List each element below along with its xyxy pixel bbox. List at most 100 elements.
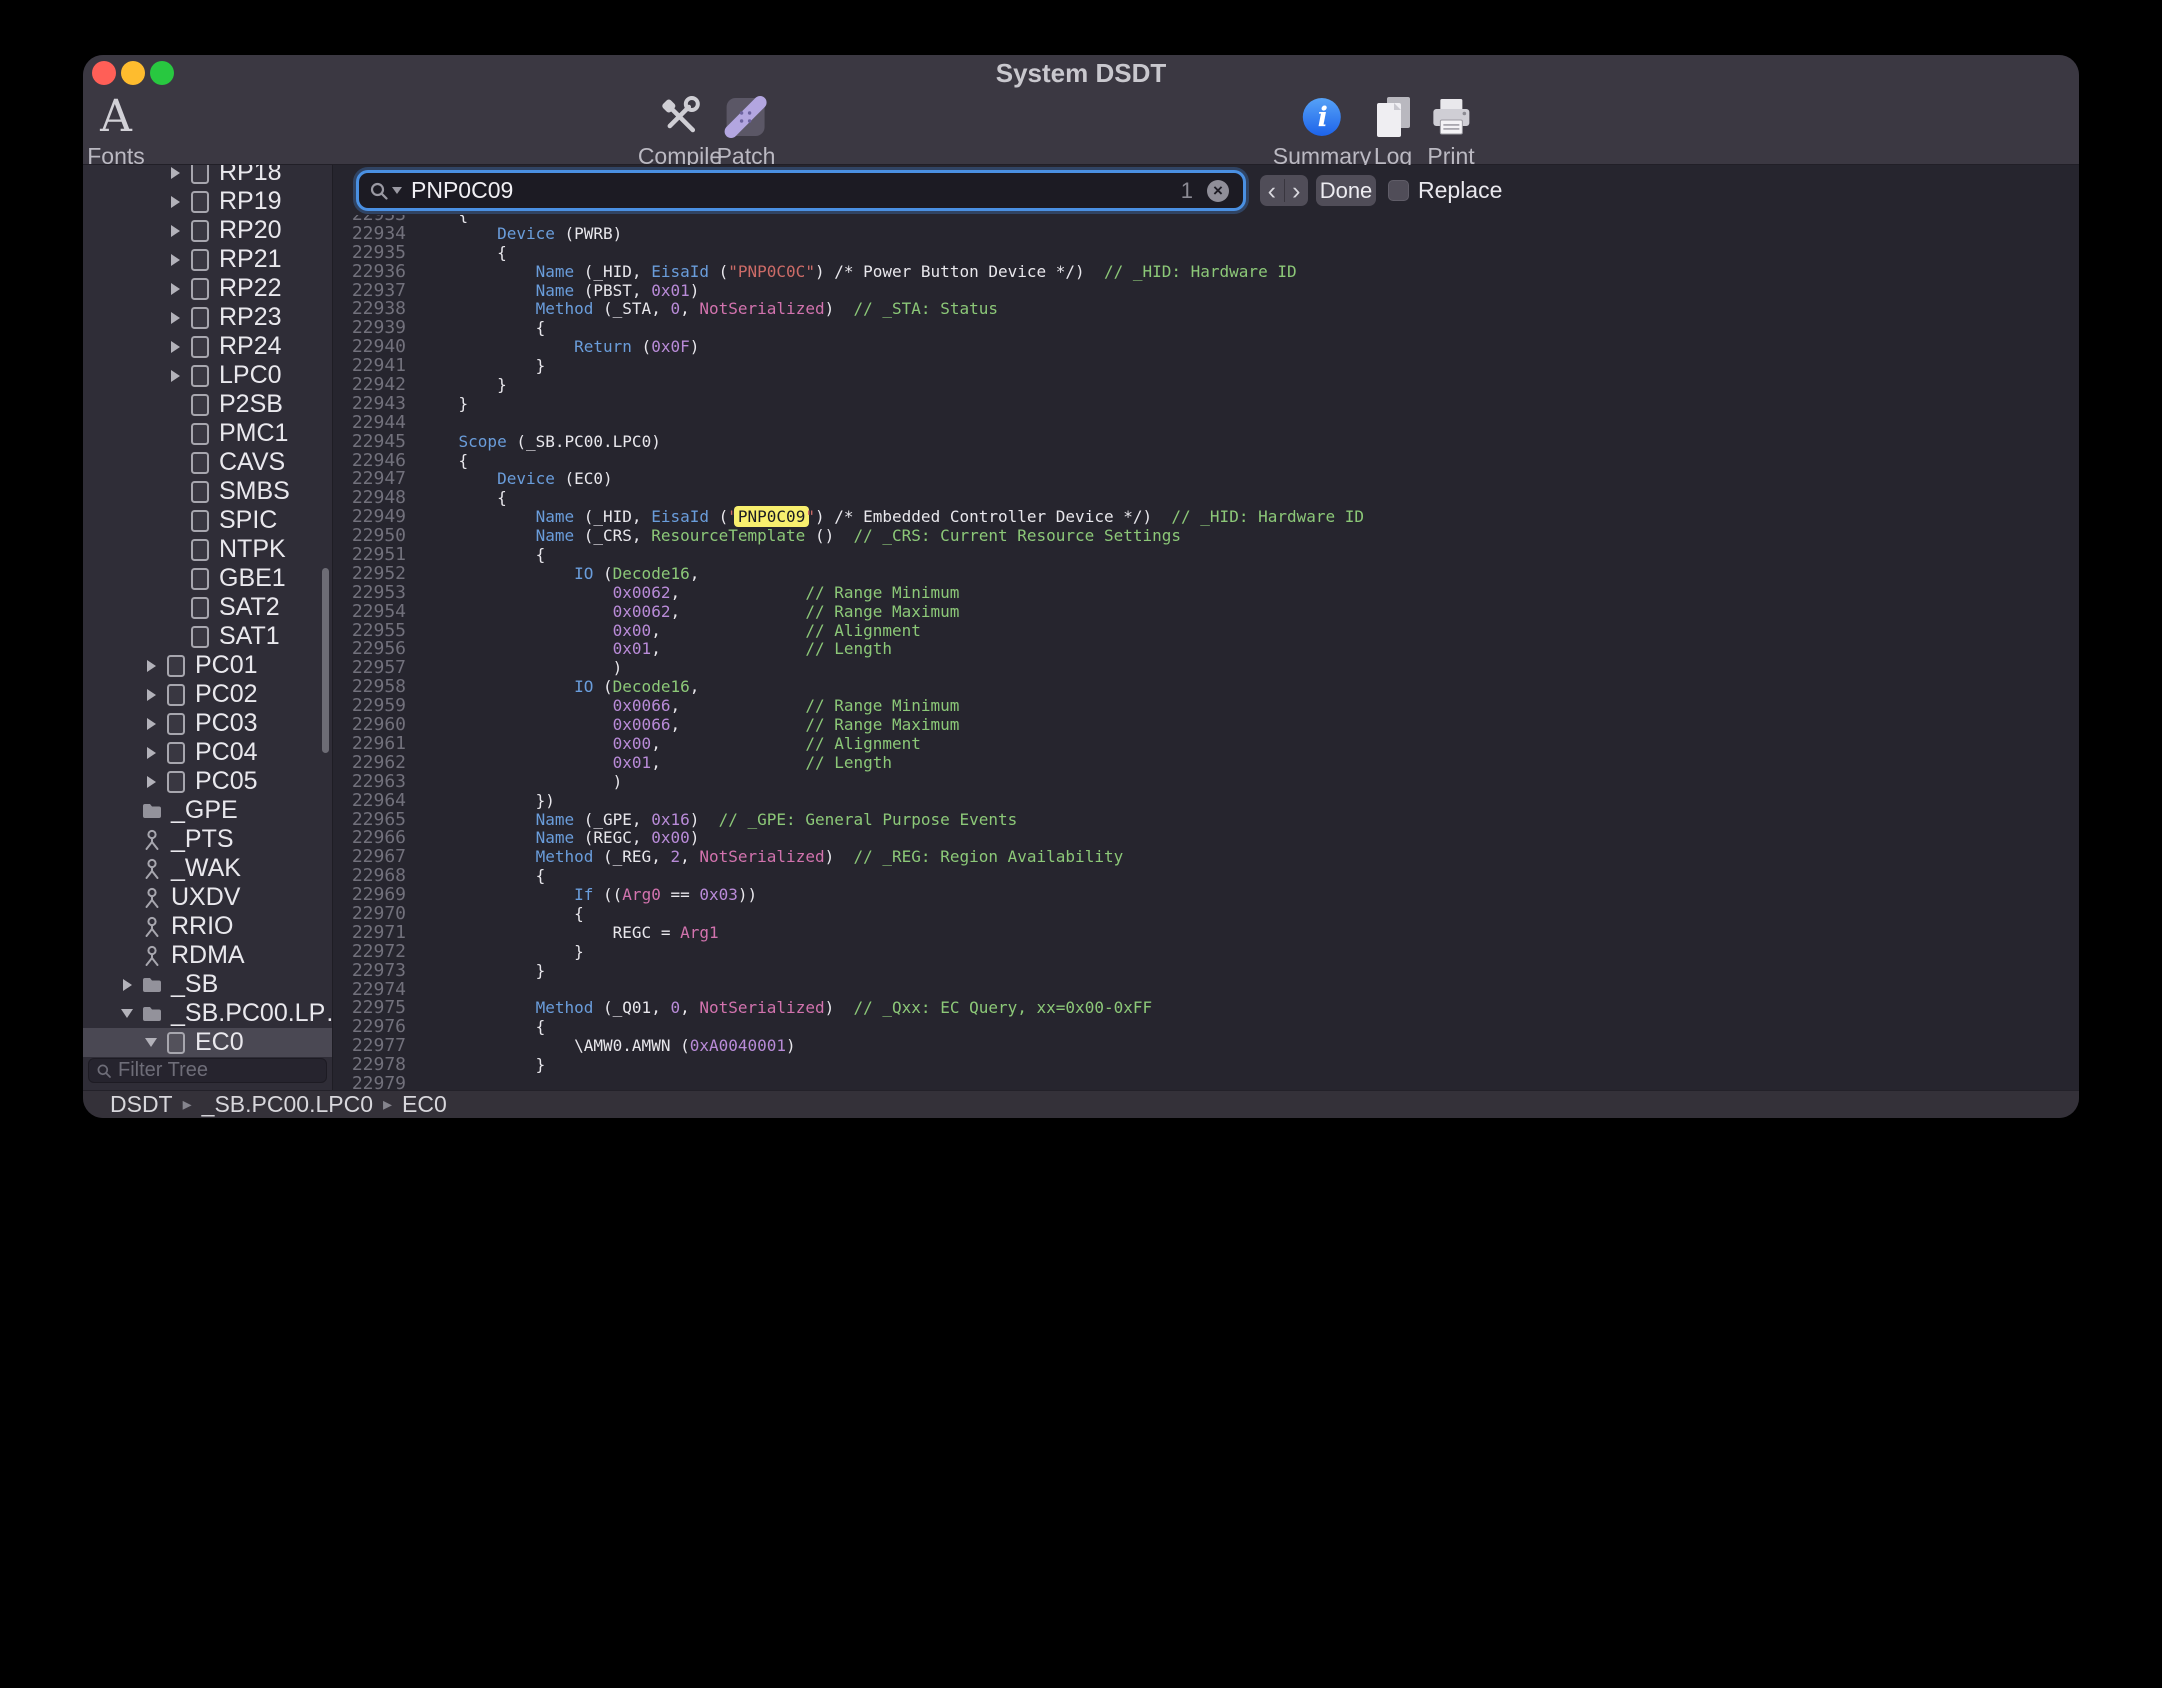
search-input[interactable]: PNP0C09 1 × [359, 173, 1243, 208]
patch-button[interactable]: Patch [717, 92, 776, 170]
sidebar-item-sat2[interactable]: SAT2 [83, 593, 332, 622]
sidebar-item-rp23[interactable]: RP23 [83, 303, 332, 332]
disclosure-triangle-icon[interactable] [163, 216, 187, 245]
code-text: Name (_GPE, 0x16) // _GPE: General Purpo… [412, 811, 1017, 830]
code-text: If ((Arg0 == 0x03)) [412, 886, 757, 905]
sidebar-item-wak[interactable]: _WAK [83, 854, 332, 883]
sidebar-item-gpe[interactable]: _GPE [83, 796, 332, 825]
disclosure-triangle-icon[interactable] [163, 332, 187, 361]
sidebar-item-sb[interactable]: _SB [83, 970, 332, 999]
sidebar-item-rp19[interactable]: RP19 [83, 187, 332, 216]
print-button[interactable]: Print [1427, 92, 1474, 170]
sidebar-item-gbe1[interactable]: GBE1 [83, 564, 332, 593]
disclosure-triangle-icon[interactable] [115, 970, 139, 999]
titlebar[interactable]: System DSDT [83, 55, 2079, 91]
disclosure-triangle-icon[interactable] [163, 274, 187, 303]
code-line: 22944 [333, 414, 2079, 433]
summary-button[interactable]: i Summary [1273, 92, 1371, 170]
sidebar-item-rp20[interactable]: RP20 [83, 216, 332, 245]
sidebar-item-ntpk[interactable]: NTPK [83, 535, 332, 564]
disclosure-triangle-icon[interactable] [163, 245, 187, 274]
disclosure-triangle-icon[interactable] [139, 651, 163, 680]
sidebar-item-p2sb[interactable]: P2SB [83, 390, 332, 419]
disclosure-triangle-icon[interactable] [163, 361, 187, 390]
method-icon [141, 857, 163, 881]
doc-icon [189, 165, 211, 185]
code-editor[interactable]: 22933 {22934 Device (PWRB)22935 {22936 N… [333, 165, 2079, 1090]
zoom-button[interactable] [150, 61, 174, 85]
line-number: 22952 [333, 565, 412, 584]
search-icon [96, 1063, 112, 1079]
log-button[interactable]: Log [1370, 92, 1416, 170]
breadcrumb: DSDT▸_SB.PC00.LPC0▸EC0 [83, 1090, 2079, 1118]
sidebar-item-pmc1[interactable]: PMC1 [83, 419, 332, 448]
find-next-button[interactable]: › [1285, 175, 1309, 206]
code-text: 0x01, // Length [412, 640, 892, 659]
sidebar-item-pc02[interactable]: PC02 [83, 680, 332, 709]
code-text: ) [412, 773, 622, 792]
doc-icon [165, 1031, 187, 1055]
line-number: 22971 [333, 924, 412, 943]
code-text: Return (0x0F) [412, 338, 699, 357]
sidebar-scrollbar[interactable] [322, 568, 329, 753]
breadcrumb-item[interactable]: EC0 [402, 1091, 447, 1118]
search-menu-chevron-icon[interactable] [392, 187, 402, 194]
disclosure-triangle-icon[interactable] [115, 999, 139, 1028]
code-text: \AMW0.AMWN (0xA0040001) [412, 1037, 796, 1056]
code-text: 0x00, // Alignment [412, 622, 921, 641]
disclosure-triangle-icon[interactable] [139, 680, 163, 709]
disclosure-triangle-icon[interactable] [139, 767, 163, 796]
match-count: 1 [1181, 178, 1193, 204]
disclosure-triangle-icon[interactable] [163, 165, 187, 187]
sidebar-item-sb-pc00-lp[interactable]: _SB.PC00.LP… [83, 999, 332, 1028]
toolbar: A Fonts Compile [83, 91, 2079, 165]
close-button[interactable] [92, 61, 116, 85]
sidebar-item-pc04[interactable]: PC04 [83, 738, 332, 767]
code-line: 22945 Scope (_SB.PC00.LPC0) [333, 433, 2079, 452]
sidebar-item-uxdv[interactable]: UXDV [83, 883, 332, 912]
replace-checkbox[interactable] [1388, 180, 1409, 201]
sidebar-item-rrio[interactable]: RRIO [83, 912, 332, 941]
sidebar-item-pc05[interactable]: PC05 [83, 767, 332, 796]
code-text: 0x0066, // Range Maximum [412, 716, 959, 735]
sidebar-item-cavs[interactable]: CAVS [83, 448, 332, 477]
sidebar-item-pc01[interactable]: PC01 [83, 651, 332, 680]
sidebar-item-smbs[interactable]: SMBS [83, 477, 332, 506]
filter-tree-input[interactable]: Filter Tree [88, 1058, 327, 1083]
code-lines[interactable]: 22933 {22934 Device (PWRB)22935 {22936 N… [333, 206, 2079, 1090]
line-number: 22964 [333, 792, 412, 811]
find-previous-button[interactable]: ‹ [1260, 175, 1284, 206]
code-line: 22962 0x01, // Length [333, 754, 2079, 773]
svg-text:i: i [1318, 102, 1328, 133]
sidebar-item-rp18[interactable]: RP18 [83, 165, 332, 187]
fonts-button[interactable]: A Fonts [87, 92, 145, 170]
breadcrumb-item[interactable]: DSDT [110, 1091, 173, 1118]
compile-button[interactable]: Compile [638, 92, 722, 170]
sidebar-item-rp22[interactable]: RP22 [83, 274, 332, 303]
sidebar-item-spic[interactable]: SPIC [83, 506, 332, 535]
sidebar-item-rp21[interactable]: RP21 [83, 245, 332, 274]
disclosure-triangle-icon [115, 941, 139, 970]
minimize-button[interactable] [121, 61, 145, 85]
breadcrumb-item[interactable]: _SB.PC00.LPC0 [202, 1091, 373, 1118]
sidebar-item-rdma[interactable]: RDMA [83, 941, 332, 970]
code-line: 22950 Name (_CRS, ResourceTemplate () //… [333, 527, 2079, 546]
code-line: 22969 If ((Arg0 == 0x03)) [333, 886, 2079, 905]
sidebar-item-sat1[interactable]: SAT1 [83, 622, 332, 651]
sidebar-item-rp24[interactable]: RP24 [83, 332, 332, 361]
code-text: Device (EC0) [412, 470, 613, 489]
clear-search-button[interactable]: × [1207, 180, 1229, 202]
doc-icon [189, 480, 211, 504]
disclosure-triangle-icon[interactable] [139, 738, 163, 767]
sidebar-item-pts[interactable]: _PTS [83, 825, 332, 854]
sidebar-item-lpc0[interactable]: LPC0 [83, 361, 332, 390]
disclosure-triangle-icon[interactable] [139, 1028, 163, 1057]
disclosure-triangle-icon[interactable] [163, 303, 187, 332]
sidebar-item-label: CAVS [219, 448, 285, 477]
disclosure-triangle-icon[interactable] [163, 187, 187, 216]
sidebar-item-pc03[interactable]: PC03 [83, 709, 332, 738]
disclosure-triangle-icon[interactable] [139, 709, 163, 738]
sidebar-item-ec0[interactable]: EC0 [83, 1028, 332, 1057]
sidebar-item-label: SAT2 [219, 593, 280, 622]
done-button[interactable]: Done [1316, 175, 1376, 206]
